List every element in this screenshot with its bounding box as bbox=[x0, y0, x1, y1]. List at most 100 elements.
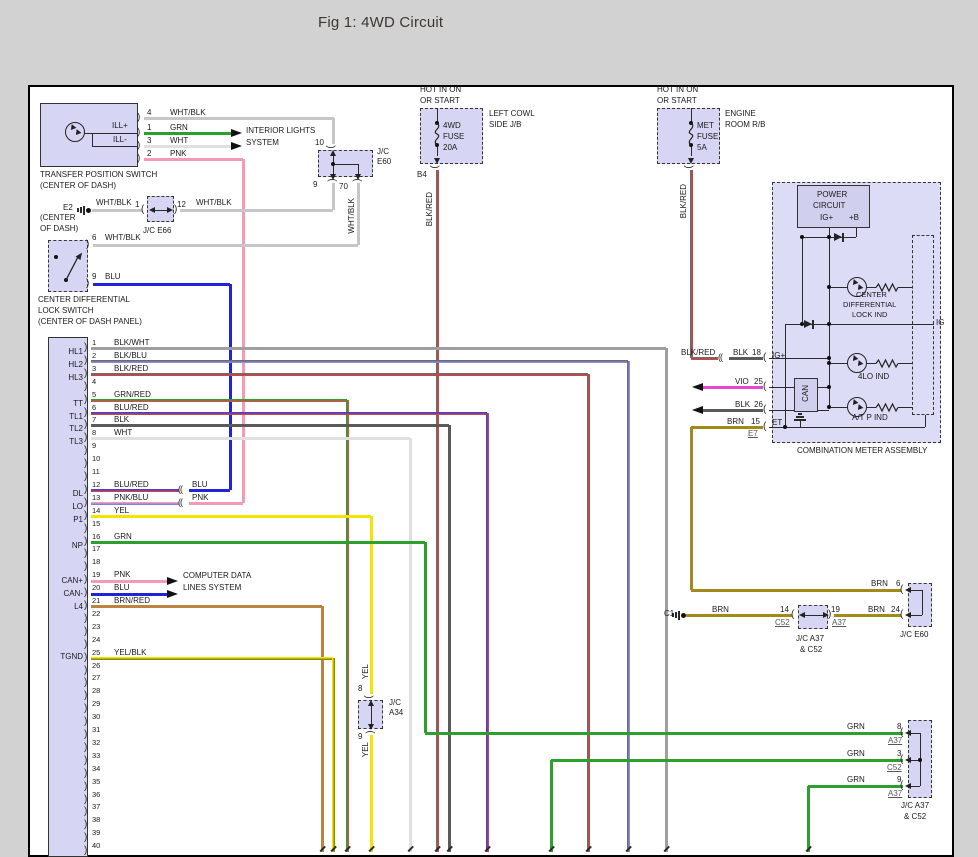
ecu-pin-number: 29 bbox=[92, 700, 100, 709]
diagram-label: YEL bbox=[361, 742, 370, 757]
diagram-label: 18 bbox=[752, 348, 761, 357]
diagram-label: LOCK IND bbox=[852, 311, 887, 320]
ecu-signal-name: TL2 bbox=[53, 424, 83, 433]
circuit-line bbox=[358, 164, 359, 174]
diagram-label: 9 bbox=[92, 272, 96, 281]
junction-dot bbox=[331, 162, 335, 166]
flow-arrow-icon bbox=[167, 590, 178, 598]
diagram-label: J/C bbox=[377, 147, 389, 156]
arrowhead-icon bbox=[434, 158, 440, 164]
wire-blk-red bbox=[690, 170, 693, 358]
diagram-label: ROOM R/B bbox=[725, 120, 765, 129]
diagram-label: 1 bbox=[147, 123, 151, 132]
wire-grn bbox=[144, 132, 232, 135]
wire-blk-blu bbox=[627, 361, 630, 852]
ecu-pin-number: 18 bbox=[92, 558, 100, 567]
pin-connector-arc: ( bbox=[327, 145, 337, 148]
diagram-label: IG bbox=[936, 318, 944, 327]
wire-brn bbox=[686, 614, 792, 617]
diagram-label: (CENTER bbox=[40, 213, 76, 222]
wire-blk bbox=[448, 425, 451, 852]
pin-connector-arc: ) bbox=[84, 498, 87, 508]
ecu-pin-number: 28 bbox=[92, 687, 100, 696]
wire-grn bbox=[91, 541, 425, 544]
diagram-label: MET bbox=[697, 121, 714, 130]
ecu-signal-name: TL1 bbox=[53, 412, 83, 421]
circuit-line bbox=[92, 146, 138, 147]
arrowhead-icon bbox=[368, 724, 374, 730]
junction-dot bbox=[827, 385, 831, 389]
diagram-label: 2 bbox=[147, 149, 151, 158]
ecu-pin-number: 1 bbox=[92, 339, 96, 348]
pin-connector-arc: ) bbox=[84, 369, 87, 379]
diagram-label: 10 bbox=[315, 138, 324, 147]
ecu-wire-color-label: WHT bbox=[114, 428, 132, 437]
pin-connector-arc: ) bbox=[84, 653, 87, 663]
pin-connector-arc: ) bbox=[84, 666, 87, 676]
pin-connector-arc: ) bbox=[84, 343, 87, 353]
wire-blu-red bbox=[91, 412, 487, 415]
ground-icon bbox=[678, 611, 680, 620]
ecu-pin-number: 25 bbox=[92, 649, 100, 658]
wire-wht-blk bbox=[357, 183, 360, 245]
pin-connector-arc: ( bbox=[431, 165, 441, 168]
diagram-label: E2 bbox=[63, 203, 73, 212]
diagram-label: E60 bbox=[377, 157, 391, 166]
diagram-label: SIDE J/B bbox=[489, 120, 521, 129]
flow-arrow-icon bbox=[167, 577, 178, 585]
diagram-label: WHT/BLK bbox=[170, 108, 206, 117]
diagram-label: CENTER bbox=[856, 291, 887, 300]
ecu-signal-name: TGND bbox=[53, 652, 83, 661]
diagram-label: BLK/RED bbox=[679, 184, 688, 218]
diagram-label: SYSTEM bbox=[246, 138, 279, 147]
flow-arrow-icon bbox=[692, 406, 703, 414]
arrowhead-icon bbox=[688, 158, 694, 164]
pin-connector-arc: ( bbox=[685, 165, 695, 168]
diagram-label: 3 bbox=[897, 749, 901, 758]
ecu-signal-name: DL bbox=[53, 489, 83, 498]
pin-connector-arc: ) bbox=[84, 537, 87, 547]
pin-connector-arc: ) bbox=[84, 627, 87, 637]
pin-connector-arc: ) bbox=[84, 562, 87, 572]
circuit-line bbox=[898, 407, 912, 408]
diagram-label: 9 bbox=[358, 732, 362, 741]
junction-dot bbox=[783, 425, 787, 429]
pin-connector-arc: ) bbox=[84, 743, 87, 753]
diagram-label: C52 bbox=[775, 618, 790, 627]
pin-connector-arc: ) bbox=[84, 382, 87, 392]
pin-connector-arc: ) bbox=[84, 575, 87, 585]
wire-wht-blk bbox=[332, 118, 335, 144]
diagram-label: 25 bbox=[754, 377, 763, 386]
junction-dot bbox=[827, 361, 831, 365]
junction-dot bbox=[827, 405, 831, 409]
ecu-pin-number: 20 bbox=[92, 584, 100, 593]
wire-blk-wht bbox=[91, 347, 666, 350]
flow-arrow-icon bbox=[231, 142, 242, 150]
diagram-label: COMBINATION METER ASSEMBLY bbox=[797, 446, 927, 455]
circuit-line bbox=[92, 133, 138, 134]
resistor-icon bbox=[876, 359, 898, 368]
circuit-line bbox=[769, 410, 794, 411]
ground-stem bbox=[800, 420, 801, 427]
ecu-pin-number: 23 bbox=[92, 623, 100, 632]
pin-connector-arc: ) bbox=[84, 459, 87, 469]
ecu-pin-number: 12 bbox=[92, 481, 100, 490]
diagram-label: BLU bbox=[105, 272, 121, 281]
diagram-label: COMPUTER DATA bbox=[183, 571, 251, 580]
ground-icon bbox=[80, 207, 82, 213]
diagram-label: 14 bbox=[780, 605, 789, 614]
diagram-label: FUSE bbox=[443, 132, 464, 141]
ecu-pin-number: 13 bbox=[92, 494, 100, 503]
ecu-pin-number: 30 bbox=[92, 713, 100, 722]
diagram-label: A37 bbox=[888, 789, 902, 798]
circuit-line bbox=[898, 363, 912, 364]
fuse-icon bbox=[432, 123, 442, 145]
wire-wht-blk bbox=[93, 244, 358, 247]
ecu-wire-color-label: BLU/RED bbox=[114, 480, 149, 489]
junction-dot bbox=[827, 285, 831, 289]
pin-connector-arc: ) bbox=[84, 691, 87, 701]
ecu-wire-color-label: BLU bbox=[114, 583, 130, 592]
diagram-label: LEFT COWL bbox=[489, 109, 535, 118]
ecu-wire-color-label: BLU/RED bbox=[114, 403, 149, 412]
ecu-pin-number: 15 bbox=[92, 520, 100, 529]
